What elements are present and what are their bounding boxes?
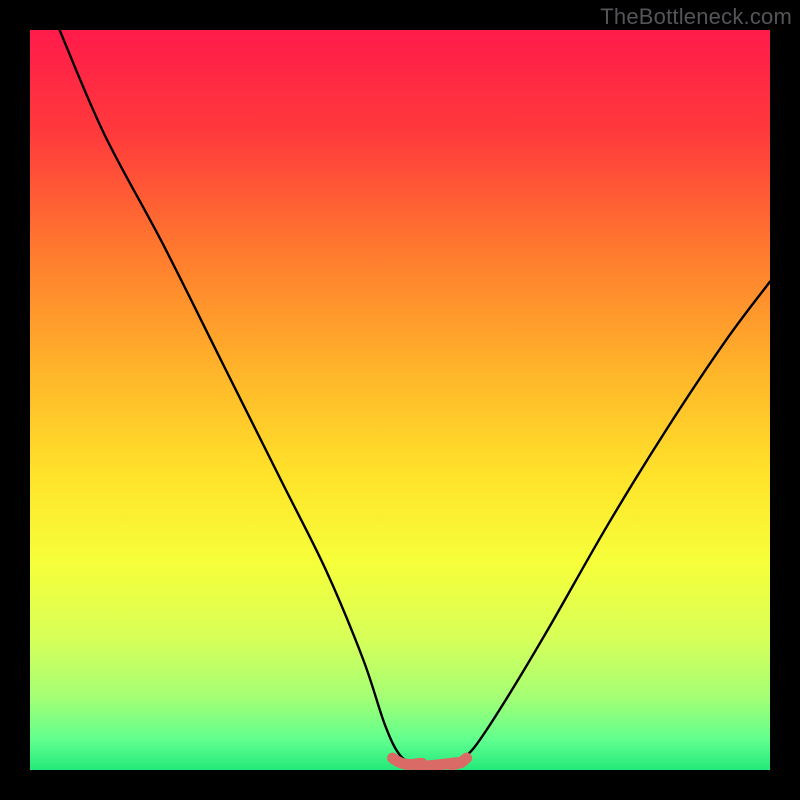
chart-frame: TheBottleneck.com [0, 0, 800, 800]
bottleneck-curve [30, 30, 770, 770]
watermark-text: TheBottleneck.com [600, 4, 792, 30]
plot-area [30, 30, 770, 770]
